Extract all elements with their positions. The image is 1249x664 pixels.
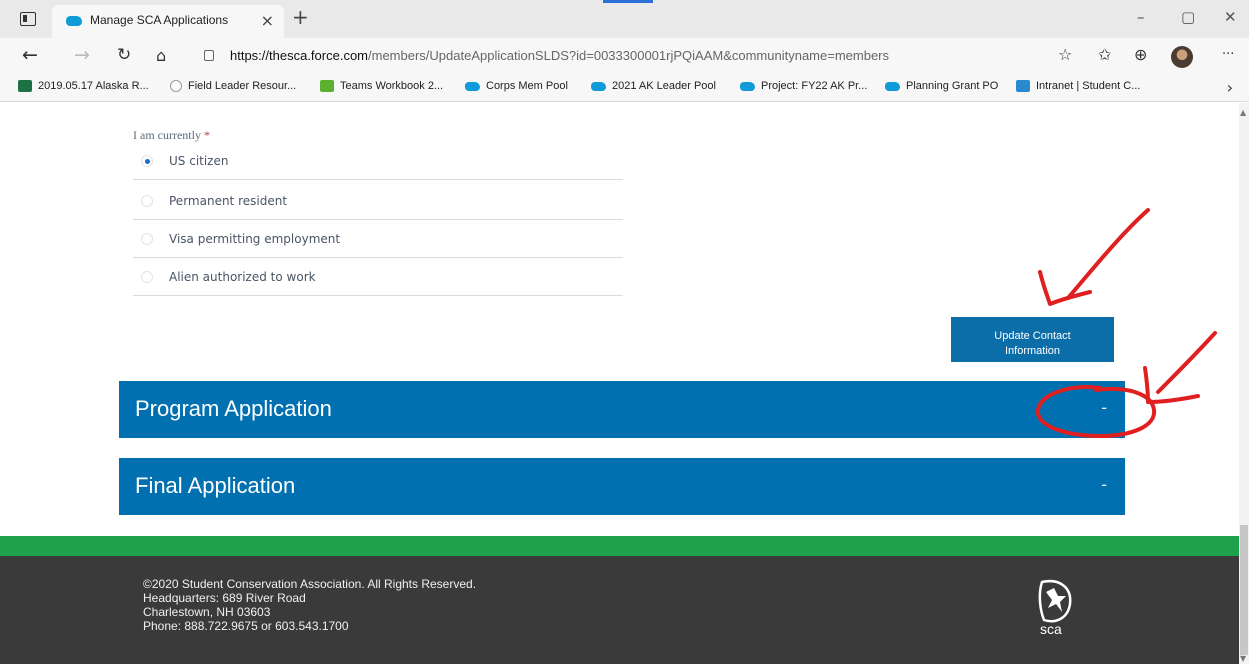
minimize-button[interactable]: – xyxy=(1137,8,1145,26)
forward-arrow-icon[interactable]: → xyxy=(74,44,90,66)
bookmark-item[interactable]: Teams Workbook 2... xyxy=(320,80,443,92)
salesforce-cloud-icon xyxy=(66,16,82,26)
close-tab-icon[interactable]: × xyxy=(261,11,274,30)
bookmark-item[interactable]: 2019.05.17 Alaska R... xyxy=(18,80,149,92)
bookmark-item[interactable]: Corps Mem Pool xyxy=(465,80,568,92)
radio-option-label: Alien authorized to work xyxy=(169,270,316,284)
new-tab-button[interactable]: + xyxy=(292,5,309,29)
sharepoint-icon xyxy=(170,80,182,92)
navigation-bar: ← → ↻ ⌂ https://thesca.force.com/members… xyxy=(0,38,1249,74)
teams-icon xyxy=(320,80,334,92)
bookmarks-bar: 2019.05.17 Alaska R... Field Leader Reso… xyxy=(0,74,1249,102)
tab-title: Manage SCA Applications xyxy=(90,13,229,27)
profile-avatar[interactable] xyxy=(1171,46,1193,68)
radio-option-visa[interactable]: Visa permitting employment xyxy=(133,221,623,258)
page-footer: ©2020 Student Conservation Association. … xyxy=(0,556,1239,664)
radio-option-label: US citizen xyxy=(169,154,229,168)
tab-bar: Manage SCA Applications × + – ▢ ✕ xyxy=(0,0,1249,38)
page-content: I am currently * US citizen Permanent re… xyxy=(0,103,1239,664)
close-window-button[interactable]: ✕ xyxy=(1224,8,1237,26)
favorites-icon[interactable]: ✩ xyxy=(1098,45,1111,64)
browser-window: Manage SCA Applications × + – ▢ ✕ ← → ↻ … xyxy=(0,0,1249,664)
excel-icon xyxy=(18,80,32,92)
bookmark-item[interactable]: 2021 AK Leader Pool xyxy=(591,80,716,92)
citizenship-question-label: I am currently * xyxy=(133,128,210,142)
scroll-up-arrow-icon[interactable]: ▲ xyxy=(1240,108,1246,117)
home-icon[interactable]: ⌂ xyxy=(156,46,166,65)
salesforce-cloud-icon xyxy=(740,81,755,91)
salesforce-cloud-icon xyxy=(591,81,606,91)
salesforce-cloud-icon xyxy=(885,81,900,91)
program-application-section-header[interactable]: Program Application - xyxy=(119,381,1125,438)
salesforce-cloud-icon xyxy=(465,81,480,91)
radio-button[interactable] xyxy=(141,195,153,207)
required-marker: * xyxy=(203,128,210,142)
lock-icon[interactable] xyxy=(204,50,214,61)
address-bar[interactable]: https://thesca.force.com/members/UpdateA… xyxy=(192,43,1192,69)
radio-option-label: Permanent resident xyxy=(169,194,288,208)
scrollbar-thumb[interactable] xyxy=(1240,525,1248,655)
radio-option-alien-authorized[interactable]: Alien authorized to work xyxy=(133,259,623,296)
sharepoint-icon xyxy=(1016,80,1030,92)
sca-logo-text: sca xyxy=(1040,621,1062,637)
radio-button[interactable] xyxy=(141,271,153,283)
read-aloud-icon[interactable]: ☆ xyxy=(1058,45,1072,64)
bookmark-item[interactable]: Field Leader Resour... xyxy=(170,80,296,92)
tab-actions-icon[interactable] xyxy=(20,12,36,26)
bookmark-item[interactable]: Project: FY22 AK Pr... xyxy=(740,80,867,92)
radio-option-permanent-resident[interactable]: Permanent resident xyxy=(133,183,623,220)
footer-accent-band xyxy=(0,536,1239,556)
bookmark-item[interactable]: Planning Grant PO xyxy=(885,80,998,92)
maximize-button[interactable]: ▢ xyxy=(1181,8,1195,26)
bookmark-item[interactable]: Intranet | Student C... xyxy=(1016,80,1140,92)
radio-option-us-citizen[interactable]: US citizen xyxy=(133,143,623,180)
bookmarks-overflow-chevron-icon[interactable]: › xyxy=(1227,78,1233,97)
update-contact-information-button[interactable]: Update Contact Information xyxy=(951,317,1114,362)
footer-contact-text: ©2020 Student Conservation Association. … xyxy=(143,577,477,633)
tab-manage-sca-applications[interactable]: Manage SCA Applications × xyxy=(52,5,284,38)
refresh-icon[interactable]: ↻ xyxy=(117,45,131,65)
url-text[interactable]: https://thesca.force.com/members/UpdateA… xyxy=(230,48,889,63)
radio-button[interactable] xyxy=(141,233,153,245)
collections-icon[interactable]: ⊕ xyxy=(1134,45,1147,64)
section-title: Program Application xyxy=(135,396,332,421)
collapse-toggle-icon[interactable]: - xyxy=(1101,398,1107,417)
final-application-section-header[interactable]: Final Application - xyxy=(119,458,1125,515)
radio-button[interactable] xyxy=(141,155,153,167)
tab-drag-indicator xyxy=(603,0,653,3)
more-options-icon[interactable]: ··· xyxy=(1222,47,1234,62)
scroll-down-arrow-icon[interactable]: ▼ xyxy=(1240,654,1246,663)
radio-option-label: Visa permitting employment xyxy=(169,232,341,246)
section-title: Final Application xyxy=(135,473,296,498)
collapse-toggle-icon[interactable]: - xyxy=(1101,475,1107,494)
back-arrow-icon[interactable]: ← xyxy=(22,44,38,66)
